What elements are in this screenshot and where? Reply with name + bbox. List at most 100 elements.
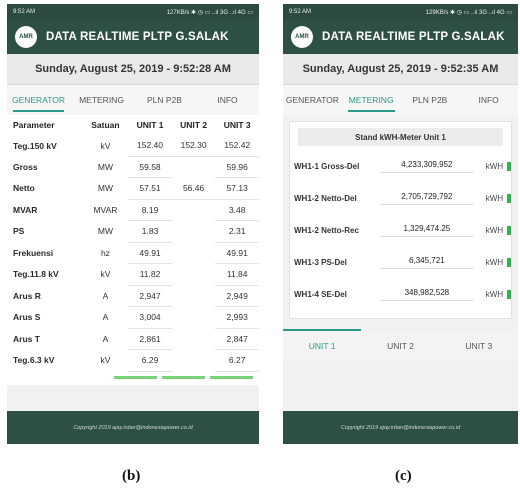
meter-status-indicator bbox=[507, 257, 511, 267]
unit-value: 49.91 bbox=[128, 242, 172, 264]
tab-unit-1[interactable]: UNIT 1 bbox=[283, 329, 362, 361]
parameter-name: Frekuensi bbox=[13, 247, 54, 258]
meter-label: WH1-3 PS-Del bbox=[294, 257, 347, 267]
unit-of-measure: MW bbox=[97, 161, 113, 172]
unit-value bbox=[172, 221, 216, 243]
unit-value: 11.84 bbox=[215, 263, 259, 286]
parameter-name: PS bbox=[13, 226, 25, 237]
table-header-cell: UNIT 1 bbox=[136, 120, 164, 130]
tab-generator[interactable]: GENERATOR bbox=[7, 85, 70, 115]
meter-status-indicator bbox=[507, 289, 511, 299]
meter-value: 1,329,474.25 bbox=[379, 224, 474, 237]
phone-screenshot-generator: 9:52 AM 127KB/s ✱ ◷ ▭ ..ıl 3G ..ıl 4G ▭ … bbox=[7, 4, 259, 444]
generator-table-container: Parameter Satuan UNIT 1 UNIT 2 UNIT 3 Teg.15… bbox=[7, 115, 259, 385]
status-indicators: 127KB/s ✱ ◷ ▭ ..ıl 3G ..ıl 4G ▭ bbox=[166, 9, 253, 16]
tab-pln-p2b[interactable]: PLN P2B bbox=[401, 85, 460, 115]
parameter-name: Arus R bbox=[13, 290, 41, 301]
caption-b: (b) bbox=[122, 468, 141, 484]
meter-label: WH1-1 Gross-Del bbox=[294, 161, 360, 171]
unit-value: 2,947 bbox=[128, 285, 172, 307]
meter-unit: kWH bbox=[485, 161, 504, 171]
date-time-bar: Sunday, August 25, 2019 - 9:52:28 AM bbox=[7, 54, 259, 85]
tab-metering[interactable]: METERING bbox=[342, 85, 401, 115]
status-time: 9:52 AM bbox=[13, 9, 36, 15]
unit-tabs: UNIT 1 UNIT 2 UNIT 3 bbox=[283, 329, 518, 361]
caption-c: (c) bbox=[395, 468, 412, 484]
table-header-cell: UNIT 3 bbox=[223, 120, 251, 130]
unit-value: 56.46 bbox=[171, 177, 216, 200]
unit-of-measure: kV bbox=[100, 355, 111, 366]
unit-value: 152.40 bbox=[128, 135, 172, 157]
status-bar: 9:52 AM 129KB/s ✱ ◷ ▭ ..ıl 3G ..ıl 4G ▭ bbox=[283, 4, 518, 20]
table-row: Teg.11.8 kV kV 11.82 11.84 bbox=[7, 263, 259, 286]
parameter-name: Teg.11.8 kV bbox=[13, 269, 59, 280]
table-header-row: Parameter Satuan UNIT 1 UNIT 2 UNIT 3 bbox=[7, 115, 259, 135]
meter-unit: kWH bbox=[485, 193, 504, 203]
meter-status-indicator bbox=[507, 225, 511, 235]
unit-value: 2,949 bbox=[215, 285, 259, 307]
table-row: Arus T A 2,861 2,847 bbox=[7, 328, 259, 350]
main-tabs: GENERATOR METERING PLN P2B INFO bbox=[283, 85, 518, 115]
unit-of-measure: A bbox=[102, 333, 109, 344]
table-row: PS MW 1.83 2.31 bbox=[7, 220, 259, 243]
meter-row: WH1-3 PS-Del 6,345,721 kWH bbox=[290, 246, 511, 278]
table-header-cell: Parameter bbox=[13, 120, 55, 130]
unit-value: 6.27 bbox=[215, 349, 259, 372]
meter-unit: kWH bbox=[485, 289, 504, 299]
unit-value: 3,004 bbox=[128, 306, 172, 329]
tab-unit-3[interactable]: UNIT 3 bbox=[440, 331, 518, 361]
date-time-bar: Sunday, August 25, 2019 - 9:52:35 AM bbox=[283, 54, 518, 85]
unit-value: 1.83 bbox=[128, 220, 172, 243]
meter-row: WH1-1 Gross-Del 4,233,309,952 kWH bbox=[290, 150, 511, 182]
meter-unit: kWH bbox=[485, 225, 504, 235]
tab-info[interactable]: INFO bbox=[196, 85, 259, 115]
meter-value: 348,982,528 bbox=[379, 288, 474, 301]
status-strip-unit1 bbox=[114, 375, 157, 379]
main-tabs: GENERATOR METERING PLN P2B INFO bbox=[7, 85, 259, 115]
status-indicators: 129KB/s ✱ ◷ ▭ ..ıl 3G ..ıl 4G ▭ bbox=[425, 9, 512, 16]
unit-value bbox=[172, 285, 216, 307]
unit-of-measure: MW bbox=[97, 226, 113, 237]
meter-label: WH1-2 Netto-Del bbox=[294, 193, 357, 203]
unit-of-measure: MVAR bbox=[93, 204, 118, 215]
table-row: Arus R A 2,947 2,949 bbox=[7, 285, 259, 307]
unit-value: 59.96 bbox=[215, 156, 259, 178]
footer-copyright: Copyright 2019 ajay.irdan@indonesiapower… bbox=[283, 411, 518, 444]
unit-value bbox=[172, 156, 216, 178]
app-bar: AMR DATA REALTIME PLTP G.SALAK bbox=[283, 20, 518, 54]
parameter-name: MVAR bbox=[13, 204, 38, 215]
table-header-cell: UNIT 2 bbox=[180, 120, 208, 130]
parameter-name: Teg.6.3 kV bbox=[13, 355, 55, 366]
status-strip-unit3 bbox=[210, 375, 253, 379]
parameter-name: Arus T bbox=[13, 333, 40, 344]
unit-value: 152.42 bbox=[215, 135, 259, 157]
tab-info[interactable]: INFO bbox=[459, 85, 518, 115]
app-logo: AMR bbox=[291, 26, 313, 48]
app-title: DATA REALTIME PLTP G.SALAK bbox=[322, 31, 505, 43]
unit-value: 2,847 bbox=[215, 328, 259, 350]
footer-copyright: Copyright 2019 ajay.irdan@indonesiapower… bbox=[7, 411, 259, 444]
tab-generator[interactable]: GENERATOR bbox=[283, 85, 342, 115]
table-header-cell: Satuan bbox=[91, 120, 120, 130]
unit-value: 152.30 bbox=[171, 135, 216, 157]
parameter-name: Netto bbox=[13, 183, 35, 194]
unit-value: 3.48 bbox=[215, 199, 259, 221]
tab-unit-2[interactable]: UNIT 2 bbox=[361, 331, 439, 361]
tab-pln-p2b[interactable]: PLN P2B bbox=[133, 85, 196, 115]
meter-value: 6,345,721 bbox=[379, 256, 474, 269]
meter-row: WH1-2 Netto-Del 2,705,729,792 kWH bbox=[290, 182, 511, 214]
app-logo: AMR bbox=[15, 26, 37, 48]
tab-metering[interactable]: METERING bbox=[70, 85, 133, 115]
status-bar: 9:52 AM 127KB/s ✱ ◷ ▭ ..ıl 3G ..ıl 4G ▭ bbox=[7, 4, 259, 20]
meter-unit: kWH bbox=[485, 257, 504, 267]
meter-list: WH1-1 Gross-Del 4,233,309,952 kWH WH1-2 Net… bbox=[290, 150, 511, 310]
meter-status-indicator bbox=[507, 193, 511, 203]
unit-value bbox=[172, 307, 216, 329]
unit-of-measure: kV bbox=[100, 269, 111, 280]
app-title: DATA REALTIME PLTP G.SALAK bbox=[46, 31, 229, 43]
unit-value bbox=[172, 264, 216, 286]
meter-label: WH1-2 Netto-Rec bbox=[294, 225, 359, 235]
unit-value bbox=[172, 199, 216, 221]
unit-value bbox=[172, 242, 216, 264]
meter-row: WH1-2 Netto-Rec 1,329,474.25 kWH bbox=[290, 214, 511, 246]
